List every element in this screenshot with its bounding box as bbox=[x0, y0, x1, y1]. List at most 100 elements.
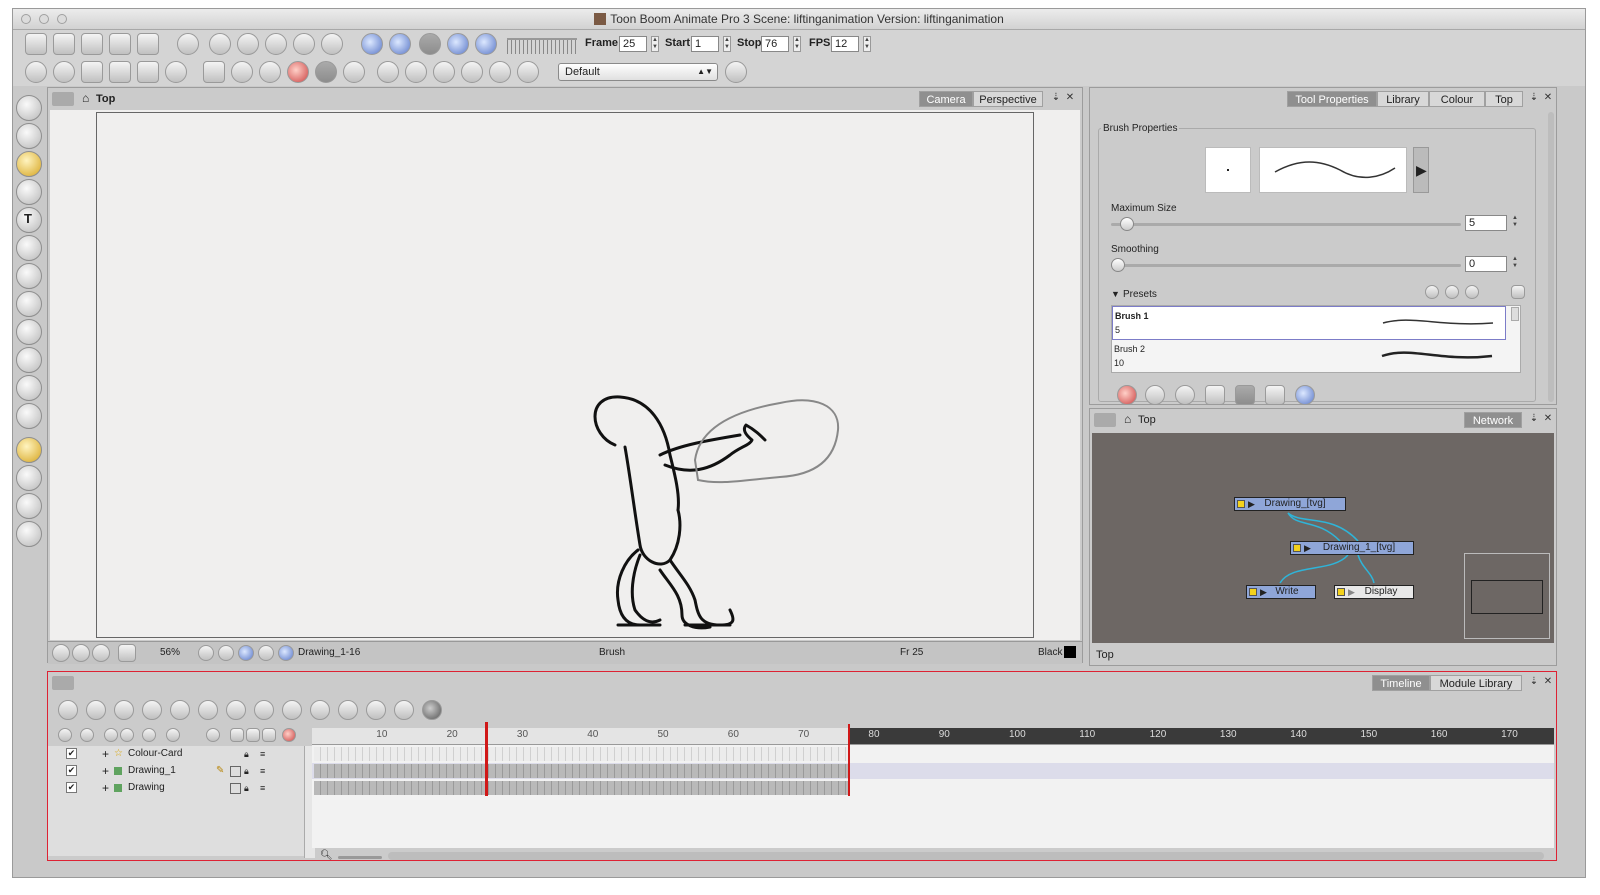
layer-menu-icon[interactable]: ≡ bbox=[260, 763, 265, 779]
node-drawing-1[interactable]: ▶ Drawing_1_[tvg] bbox=[1290, 541, 1414, 555]
drawing-tool-c-icon[interactable] bbox=[433, 61, 455, 83]
workspace-manager-icon[interactable] bbox=[725, 61, 747, 83]
reset-icon[interactable] bbox=[343, 61, 365, 83]
extend-icon[interactable] bbox=[282, 700, 302, 720]
drawing-tool-e-icon[interactable] bbox=[489, 61, 511, 83]
fps-stepper[interactable]: ▲ ▼ bbox=[863, 36, 871, 52]
tab-library[interactable]: Library bbox=[1377, 91, 1429, 107]
frame-field[interactable]: 25 bbox=[619, 36, 647, 52]
ease-icon[interactable] bbox=[226, 700, 246, 720]
pencil-tool-icon[interactable] bbox=[16, 179, 42, 205]
zoom-level[interactable]: 56% bbox=[160, 647, 180, 658]
layer-visibility-box[interactable] bbox=[230, 783, 241, 794]
view-menu-icon[interactable] bbox=[1094, 413, 1116, 427]
expand-icon[interactable]: + bbox=[102, 746, 109, 762]
light-table-icon[interactable] bbox=[198, 645, 214, 661]
drawing-tool-d-icon[interactable] bbox=[461, 61, 483, 83]
remove-layer-icon[interactable] bbox=[120, 728, 134, 742]
preset-menu-icon[interactable] bbox=[1511, 285, 1525, 299]
settings-icon[interactable] bbox=[72, 644, 90, 662]
playhead[interactable] bbox=[484, 722, 488, 796]
stop-stepper[interactable]: ▲ ▼ bbox=[793, 36, 801, 52]
preset-item-brush-1[interactable]: Brush 1 5 bbox=[1112, 306, 1506, 340]
close-window-button[interactable] bbox=[21, 14, 31, 24]
layer-row-colour-card[interactable]: ✔ + ☆ Colour-Card 🔒︎ ≡ bbox=[56, 746, 296, 762]
swap-icon[interactable] bbox=[422, 700, 442, 720]
colour-tool-icon[interactable] bbox=[16, 521, 42, 547]
zoom-tool-icon[interactable] bbox=[16, 347, 42, 373]
play-sound-icon[interactable] bbox=[389, 33, 411, 55]
duplicate-icon[interactable] bbox=[366, 700, 386, 720]
new-preset-icon[interactable] bbox=[1425, 285, 1439, 299]
delete-preset-icon[interactable] bbox=[1465, 285, 1479, 299]
keyframe-icon[interactable] bbox=[203, 61, 225, 83]
add-keyframe-icon[interactable] bbox=[114, 700, 134, 720]
animate-tool-icon[interactable] bbox=[16, 437, 42, 463]
add-drawing-layer-icon[interactable] bbox=[58, 700, 78, 720]
smoothing-field[interactable]: 0 bbox=[1465, 256, 1507, 272]
layer-props-icon[interactable] bbox=[142, 728, 156, 742]
lock-icon[interactable]: 🔒︎ bbox=[244, 763, 249, 779]
frame-row-drawing[interactable] bbox=[312, 780, 1554, 796]
stop-marker[interactable] bbox=[848, 724, 851, 796]
lock-all-icon[interactable] bbox=[80, 728, 94, 742]
tab-module-library[interactable]: Module Library bbox=[1430, 675, 1522, 691]
frame-row-colour-card[interactable] bbox=[312, 746, 1554, 762]
first-frame-icon[interactable] bbox=[447, 33, 469, 55]
smoothing-slider-thumb[interactable] bbox=[1111, 258, 1125, 272]
exposure-cells[interactable] bbox=[314, 781, 849, 795]
panel-close-icon[interactable]: ✕ bbox=[1542, 412, 1554, 426]
column-c-icon[interactable] bbox=[262, 728, 276, 742]
drawing-canvas[interactable] bbox=[50, 110, 1080, 640]
properties-scrollbar[interactable] bbox=[1548, 112, 1554, 402]
column-b-icon[interactable] bbox=[246, 728, 260, 742]
save-as-icon[interactable] bbox=[109, 33, 131, 55]
max-size-slider-thumb[interactable] bbox=[1120, 217, 1135, 231]
network-navigator[interactable] bbox=[1464, 553, 1550, 639]
exposure-icon[interactable] bbox=[310, 700, 330, 720]
transform-tool-icon[interactable] bbox=[16, 465, 42, 491]
brush-tip-preview[interactable] bbox=[1205, 147, 1251, 193]
onion-skin-icon[interactable] bbox=[315, 61, 337, 83]
tab-colour[interactable]: Colour bbox=[1429, 91, 1485, 107]
node-write[interactable]: ▶ Write bbox=[1246, 585, 1316, 599]
line-tool-icon[interactable] bbox=[16, 291, 42, 317]
triangle-down-icon[interactable]: ▼ bbox=[1111, 289, 1120, 299]
fps-field[interactable]: 12 bbox=[831, 36, 859, 52]
tools-icon[interactable] bbox=[231, 61, 253, 83]
lock-icon[interactable]: 🔒︎ bbox=[244, 746, 249, 762]
zoom-window-button[interactable] bbox=[57, 14, 67, 24]
delete-icon[interactable] bbox=[321, 33, 343, 55]
lock-icon[interactable] bbox=[1235, 385, 1255, 405]
frame-stepper[interactable]: ▲ ▼ bbox=[651, 36, 659, 52]
tab-top[interactable]: Top bbox=[1485, 91, 1523, 107]
tab-network[interactable]: Network bbox=[1464, 412, 1522, 428]
layer-row-drawing-1[interactable]: ✔ + Drawing_1 ✎ 🔒︎ ≡ bbox=[56, 763, 296, 779]
record-layer-icon[interactable] bbox=[282, 728, 296, 742]
tab-tool-properties[interactable]: Tool Properties bbox=[1287, 91, 1377, 107]
layer-enable-checkbox[interactable]: ✔ bbox=[66, 748, 77, 759]
lock-icon[interactable]: 🔒︎ bbox=[244, 780, 249, 796]
preset-scrollbar[interactable] bbox=[1511, 307, 1519, 321]
brush-option-b-icon[interactable] bbox=[1145, 385, 1165, 405]
layer-row-drawing[interactable]: ✔ + Drawing 🔒︎ ≡ bbox=[56, 780, 296, 796]
network-breadcrumb[interactable]: Top bbox=[1138, 414, 1156, 426]
layer-menu-icon[interactable]: ≡ bbox=[260, 746, 265, 762]
timeline-zoom-icon[interactable]: 🔍︎ bbox=[320, 850, 333, 861]
dropper-tool-icon[interactable] bbox=[16, 319, 42, 345]
show-all-icon[interactable] bbox=[206, 728, 220, 742]
flip-icon[interactable] bbox=[394, 700, 414, 720]
panel-close-icon[interactable]: ✕ bbox=[1064, 91, 1076, 105]
scale-icon[interactable] bbox=[81, 61, 103, 83]
motion-icon[interactable] bbox=[137, 61, 159, 83]
add-layer-icon[interactable] bbox=[104, 728, 118, 742]
node-display[interactable]: ▶ Display bbox=[1334, 585, 1414, 599]
network-canvas[interactable]: ▶ Drawing_[tvg] ▶ Drawing_1_[tvg] ▶ Writ… bbox=[1092, 433, 1554, 643]
cut-icon[interactable] bbox=[237, 33, 259, 55]
import-icon[interactable] bbox=[137, 33, 159, 55]
panel-pin-icon[interactable]: ⇣ bbox=[1050, 91, 1062, 105]
node-drawing[interactable]: ▶ Drawing_[tvg] bbox=[1234, 497, 1346, 511]
frame-ruler[interactable]: 10 20 30 40 50 60 70 80 90 100 110 120 130 140 150 160 1… bbox=[312, 728, 1554, 745]
drawing-tool-a-icon[interactable] bbox=[377, 61, 399, 83]
ink-tool-icon[interactable] bbox=[16, 263, 42, 289]
